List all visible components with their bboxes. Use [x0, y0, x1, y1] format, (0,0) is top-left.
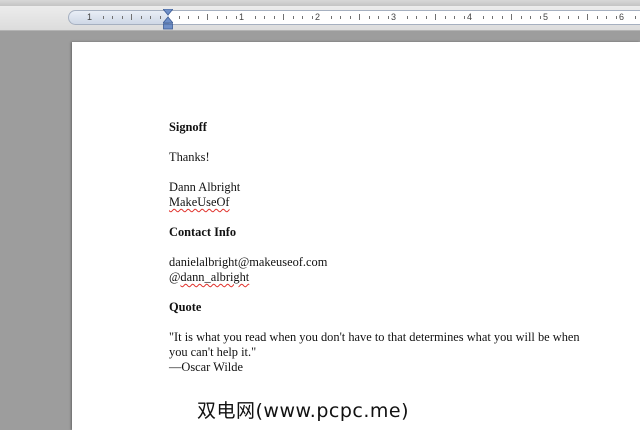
thanks-text: Thanks!: [169, 150, 210, 164]
ruler-number: 1: [87, 12, 93, 22]
ruler-tick: [596, 16, 598, 19]
ruler-tick: [283, 14, 284, 20]
ruler-tick: [539, 16, 541, 19]
quote-author: —Oscar Wilde: [169, 360, 243, 374]
ruler-tick: [330, 16, 332, 19]
ruler-tick: [340, 16, 341, 19]
indent-marker-icon[interactable]: [163, 9, 173, 30]
ruler-number: 3: [391, 12, 397, 22]
ruler-tick: [140, 16, 142, 19]
ruler-tick: [587, 14, 588, 20]
ruler-tick: [520, 16, 522, 19]
ruler-tick: [273, 16, 275, 19]
ruler-tick: [444, 16, 446, 19]
ruler-tick: [501, 16, 503, 19]
ruler-tick: [311, 16, 313, 19]
ruler-tick: [264, 16, 265, 19]
ruler-tick: [634, 16, 636, 19]
document-canvas[interactable]: Signoff Thanks! Dann Albright MakeUseOf …: [0, 31, 640, 430]
quote-heading: Quote: [169, 300, 202, 314]
ruler-tick: [615, 16, 617, 19]
ruler-tick: [188, 16, 189, 19]
ruler-tick: [150, 16, 151, 19]
ruler-tick: [131, 14, 132, 20]
ruler-tick: [492, 16, 493, 19]
ruler-number: 5: [543, 12, 549, 22]
ruler-number: 6: [619, 12, 625, 22]
ruler-tick: [302, 16, 303, 19]
ruler-tick: [359, 14, 360, 20]
ruler-tick: [159, 16, 161, 19]
horizontal-ruler[interactable]: 1 1 2 3 4 5 6: [0, 6, 640, 31]
ruler-tick: [349, 16, 351, 19]
ruler-number: 4: [467, 12, 473, 22]
ruler-tick: [216, 16, 218, 19]
ruler-tick: [378, 16, 379, 19]
contact-heading: Contact Info: [169, 225, 237, 239]
ruler-tick: [558, 16, 560, 19]
ruler-tick: [292, 16, 294, 19]
quote-line-1: "It is what you read when you don't have…: [169, 330, 580, 344]
ruler-tick: [207, 14, 208, 20]
ruler-tick: [577, 16, 579, 19]
company-text: MakeUseOf: [169, 195, 230, 210]
ruler-tick: [406, 16, 408, 19]
twitter-text: @dann_albright: [169, 270, 249, 285]
ruler-tick: [254, 16, 256, 19]
ruler-number: 1: [239, 12, 245, 22]
email-text: danielalbright@makeuseof.com: [169, 255, 328, 269]
quote-line-2: you can't help it.": [169, 345, 257, 359]
ruler-tick: [425, 16, 427, 19]
ruler-tick: [121, 16, 123, 19]
ruler-tick: [235, 16, 237, 19]
company-misspelled: MakeUseOf: [169, 195, 230, 209]
ruler-tick: [606, 16, 607, 19]
ruler-tick: [112, 16, 113, 19]
ruler-tick: [568, 16, 569, 19]
ruler-tick: [511, 14, 512, 20]
ruler-tick: [226, 16, 227, 19]
ruler-tick: [435, 14, 436, 20]
ruler-tick: [387, 16, 389, 19]
ruler-tick: [368, 16, 370, 19]
ruler-tick: [416, 16, 417, 19]
ruler-tick: [178, 16, 180, 19]
ruler-track[interactable]: 1 1 2 3 4 5 6: [68, 10, 640, 25]
ruler-tick: [197, 16, 199, 19]
signoff-heading: Signoff: [169, 120, 207, 134]
ruler-tick: [454, 16, 455, 19]
ruler-tick: [530, 16, 531, 19]
ruler-number: 2: [315, 12, 321, 22]
twitter-handle: dann_albright: [180, 270, 250, 284]
ruler-tick: [482, 16, 484, 19]
watermark-text: 双电网(www.pcpc.me): [197, 400, 409, 422]
twitter-at: @: [169, 270, 181, 284]
ruler-tick: [102, 16, 104, 19]
name-text: Dann Albright: [169, 180, 241, 194]
ruler-tick: [463, 16, 465, 19]
document-page[interactable]: Signoff Thanks! Dann Albright MakeUseOf …: [72, 42, 640, 430]
